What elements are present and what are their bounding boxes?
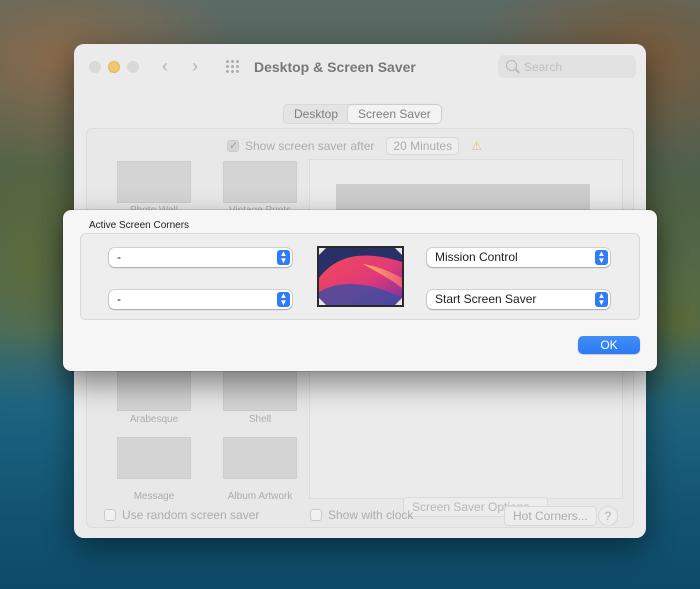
updown-chevron-icon: ▲ ▼ — [595, 292, 608, 307]
corner-marker-icon — [319, 248, 326, 255]
hot-corners-sheet: Active Screen Corners - ▲ ▼ - ▲ ▼ Missio… — [63, 210, 657, 371]
corner-marker-icon — [319, 298, 326, 305]
top-left-corner-popup[interactable]: - ▲ ▼ — [109, 248, 292, 267]
bottom-left-corner-value: - — [117, 292, 121, 306]
sheet-title: Active Screen Corners — [89, 220, 190, 231]
updown-chevron-icon: ▲ ▼ — [595, 250, 608, 265]
ok-button[interactable]: OK — [578, 336, 640, 354]
bottom-right-corner-popup[interactable]: Start Screen Saver ▲ ▼ — [427, 290, 610, 309]
wallpaper-preview-icon — [319, 248, 402, 305]
bottom-left-corner-popup[interactable]: - ▲ ▼ — [109, 290, 292, 309]
updown-chevron-icon: ▲ ▼ — [277, 250, 290, 265]
top-right-corner-popup[interactable]: Mission Control ▲ ▼ — [427, 248, 610, 267]
updown-chevron-icon: ▲ ▼ — [277, 292, 290, 307]
top-left-corner-value: - — [117, 250, 121, 264]
top-right-corner-value: Mission Control — [435, 250, 518, 264]
screen-preview-image — [317, 246, 404, 307]
bottom-right-corner-value: Start Screen Saver — [435, 292, 537, 306]
corner-marker-icon — [395, 248, 402, 255]
corner-marker-icon — [395, 298, 402, 305]
corners-box: - ▲ ▼ - ▲ ▼ Mission Control ▲ ▼ Start Sc… — [80, 233, 640, 320]
